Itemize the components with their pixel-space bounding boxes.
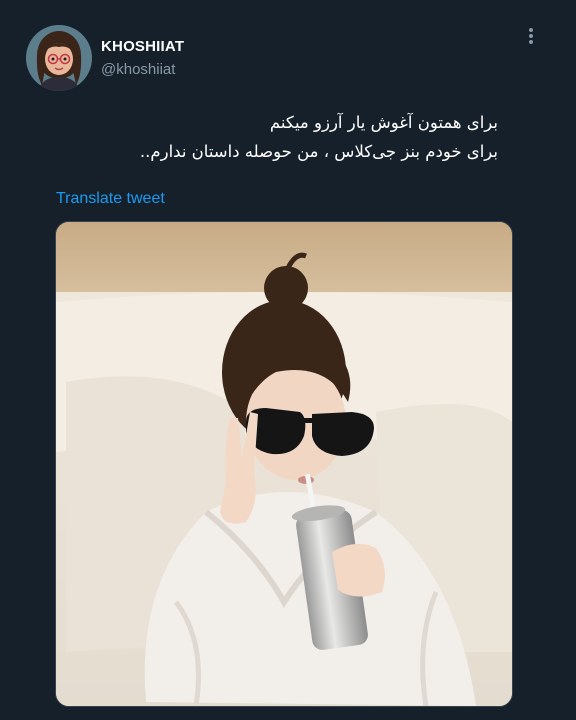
translate-tweet-link[interactable]: Translate tweet <box>56 190 165 208</box>
tweet-card: KHOSHIIAT @khoshiiat برای همتون آغوش یار… <box>0 0 576 720</box>
user-handle[interactable]: @khoshiiat <box>101 61 175 78</box>
avatar[interactable] <box>26 25 92 91</box>
photo-image <box>56 222 512 706</box>
more-vertical-icon[interactable] <box>520 24 542 48</box>
tweet-text: برای همتون آغوش یار آرزو میکنم برای خودم… <box>58 108 498 166</box>
avatar-illustration-icon <box>26 25 92 91</box>
tweet-text-line: برای همتون آغوش یار آرزو میکنم <box>269 113 498 132</box>
tweet-photo[interactable] <box>55 221 513 707</box>
tweet-text-line: برای خودم بنز جی‌کلاس ، من حوصله داستان … <box>139 142 498 161</box>
display-name[interactable]: KHOSHIIAT <box>101 38 184 55</box>
